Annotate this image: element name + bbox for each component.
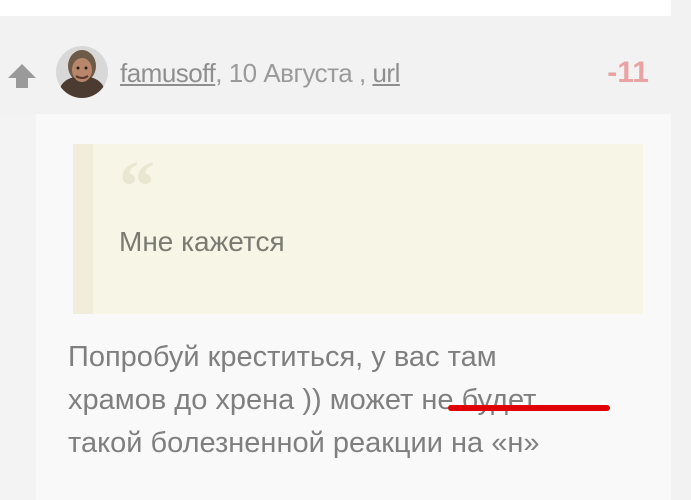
quote-text: Мне кажется bbox=[119, 226, 285, 257]
vote-up-button[interactable] bbox=[6, 62, 38, 90]
comment-line: храмов до хрена )) может не будет bbox=[68, 384, 537, 416]
comment-header: famusoff, 10 Августа , url -11 bbox=[0, 36, 671, 114]
quote-bar bbox=[73, 144, 93, 314]
quote-mark-icon: “ bbox=[119, 146, 155, 226]
comment-url-link[interactable]: url bbox=[372, 58, 400, 88]
author-link[interactable]: famusoff bbox=[120, 58, 216, 88]
comment-score: -11 bbox=[607, 56, 649, 89]
comment-line: такой болезненной реакции на «н» bbox=[68, 427, 540, 459]
user-avatar[interactable] bbox=[56, 46, 108, 98]
comment-date: , 10 Августа , bbox=[215, 58, 366, 88]
page-root: famusoff, 10 Августа , url -11 “ Мне каж… bbox=[0, 0, 691, 500]
comment-body: “ Мне кажется Попробуй креститься, у вас… bbox=[36, 114, 671, 500]
previous-comment-card bbox=[0, 0, 671, 16]
quote-block: “ Мне кажется bbox=[73, 144, 643, 314]
comment-line: Попробуй креститься, у вас там bbox=[68, 341, 497, 373]
comment-card: famusoff, 10 Августа , url -11 “ Мне каж… bbox=[0, 36, 671, 500]
highlight-underline bbox=[448, 405, 610, 411]
comment-text: Попробуй креститься, у вас там храмов до… bbox=[68, 336, 658, 465]
comment-meta: famusoff, 10 Августа , url bbox=[120, 58, 400, 89]
avatar-portrait-icon bbox=[56, 46, 108, 98]
arrow-up-icon bbox=[8, 64, 36, 88]
